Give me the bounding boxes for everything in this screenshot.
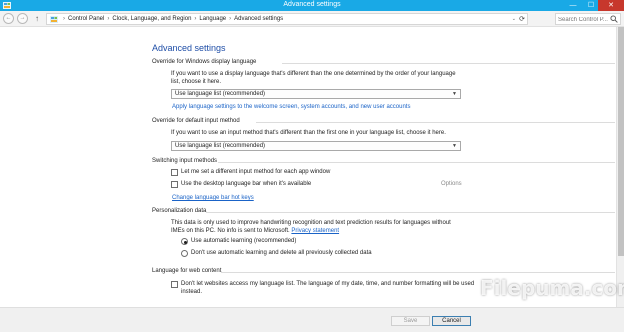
cancel-button[interactable]: Cancel <box>432 316 471 326</box>
privacy-statement-link[interactable]: Privacy statement <box>291 228 339 234</box>
breadcrumb-language[interactable]: Language <box>199 16 226 22</box>
personalization-description: This data is only used to improve handwr… <box>171 219 466 235</box>
search-icon[interactable] <box>610 15 618 23</box>
breadcrumb-clock-language-region[interactable]: Clock, Language, and Region <box>112 16 191 22</box>
breadcrumb-separator: › <box>229 16 232 22</box>
change-hotkeys-link[interactable]: Change language bar hot keys <box>172 195 254 201</box>
input-method-selected: Use language list (recommended) <box>175 143 266 149</box>
display-language-description: If you want to use a display language th… <box>171 71 456 85</box>
window-title: Advanced settings <box>283 1 341 8</box>
back-button[interactable]: ← <box>3 13 14 24</box>
search-box[interactable] <box>555 13 621 25</box>
content-pane <box>0 27 616 307</box>
per-app-input-label: Let me set a different input method for … <box>181 169 331 175</box>
section-divider <box>206 212 615 213</box>
desktop-language-bar-checkbox[interactable] <box>171 181 178 188</box>
up-button[interactable]: ↑ <box>35 14 39 23</box>
section-heading-personalization: Personalization data <box>152 208 207 214</box>
search-input[interactable] <box>558 15 608 24</box>
title-bar: Advanced settings — ☐ ✕ <box>0 0 624 11</box>
page-title: Advanced settings <box>152 43 226 53</box>
section-divider <box>256 122 615 123</box>
minimize-button[interactable]: — <box>564 0 582 11</box>
automatic-learning-label: Use automatic learning (recommended) <box>191 238 297 244</box>
desktop-language-bar-label: Use the desktop language bar when it's a… <box>181 181 312 187</box>
address-row: ← → ↑ › Control Panel › Clock, Language, an… <box>0 11 624 27</box>
automatic-learning-radio[interactable] <box>181 238 188 245</box>
vertical-scrollbar[interactable] <box>616 27 624 307</box>
display-language-select[interactable]: Use language list (recommended) ▼ <box>171 89 461 99</box>
refresh-icon[interactable]: ⟳ <box>519 15 525 23</box>
input-method-description: If you want to use an input method that'… <box>171 130 446 136</box>
close-button[interactable]: ✕ <box>598 0 624 11</box>
section-heading-input-method: Override for default input method <box>152 118 240 124</box>
save-button[interactable]: Save <box>391 316 430 326</box>
section-heading-display-language: Override for Windows display language <box>152 59 257 65</box>
input-method-select[interactable]: Use language list (recommended) ▼ <box>171 141 461 151</box>
display-language-selected: Use language list (recommended) <box>175 91 266 97</box>
section-divider <box>221 272 615 273</box>
web-language-list-checkbox[interactable] <box>171 281 178 288</box>
control-panel-icon <box>50 16 58 23</box>
section-divider <box>282 63 615 64</box>
watermark-logo: Filepuma.com <box>480 276 624 300</box>
no-automatic-learning-label: Don't use automatic learning and delete … <box>191 250 372 256</box>
section-divider <box>218 162 615 163</box>
breadcrumb: › Control Panel › Clock, Language, and Regi… <box>60 16 283 22</box>
no-automatic-learning-radio[interactable] <box>181 250 188 257</box>
apply-language-settings-link[interactable]: Apply language settings to the welcome s… <box>172 104 410 110</box>
breadcrumb-separator: › <box>63 16 65 22</box>
section-heading-web-content: Language for web content <box>152 268 222 274</box>
scrollbar-thumb[interactable] <box>618 27 624 256</box>
web-language-list-label: Don't let websites access my language li… <box>181 281 475 295</box>
per-app-input-checkbox[interactable] <box>171 169 178 176</box>
chevron-down-icon: ▼ <box>452 91 457 97</box>
breadcrumb-advanced-settings[interactable]: Advanced settings <box>234 16 283 22</box>
chevron-down-icon: ▼ <box>452 143 457 149</box>
language-bar-options-link[interactable]: Options <box>441 181 462 187</box>
address-dropdown-icon[interactable]: ⌄ <box>512 16 516 22</box>
footer-bar: Save Cancel <box>0 307 624 332</box>
breadcrumb-control-panel[interactable]: Control Panel <box>68 16 104 22</box>
forward-button[interactable]: → <box>17 13 28 24</box>
address-bar[interactable]: › Control Panel › Clock, Language, and Regi… <box>46 13 528 25</box>
section-heading-switching: Switching input methods <box>152 158 218 164</box>
